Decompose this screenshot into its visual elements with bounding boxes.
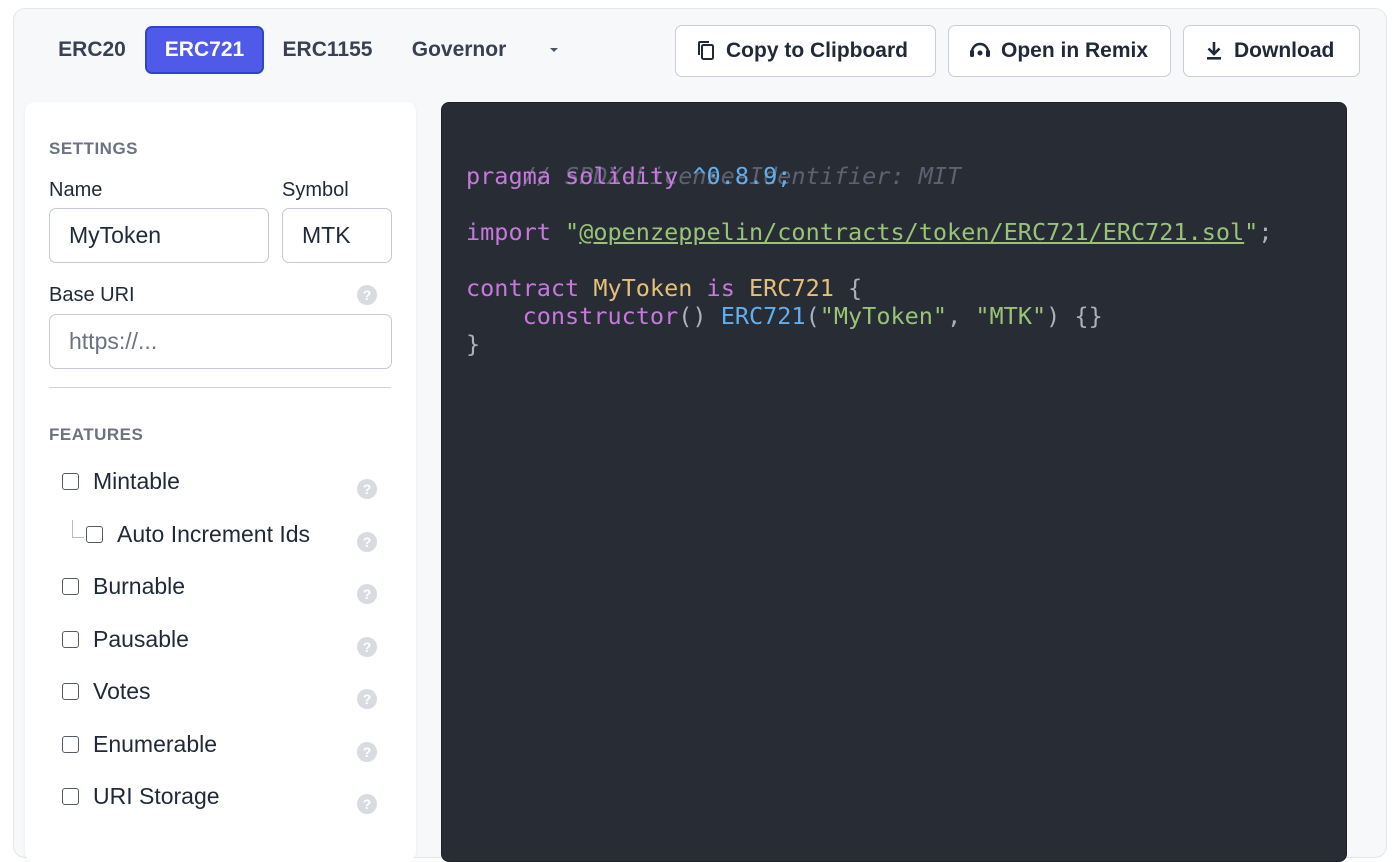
feature-auto-increment-ids[interactable]: Auto Increment Ids xyxy=(86,521,310,548)
name-input[interactable] xyxy=(49,208,269,263)
download-icon xyxy=(1207,42,1221,60)
remix-icon xyxy=(970,42,990,57)
code-contract-name: MyToken xyxy=(593,274,693,302)
copy-icon xyxy=(698,41,714,60)
feature-mintable[interactable]: Mintable xyxy=(62,468,180,495)
help-icon[interactable]: ? xyxy=(357,637,377,657)
code-line-contract: contract MyToken is ERC721 { xyxy=(466,274,863,302)
tab-erc1155[interactable]: ERC1155 xyxy=(270,26,385,74)
divider xyxy=(49,387,391,388)
help-icon[interactable]: ? xyxy=(357,532,377,552)
feature-pausable[interactable]: Pausable xyxy=(62,626,189,653)
copy-to-clipboard-button[interactable]: Copy to Clipboard xyxy=(675,25,936,77)
copy-label: Copy to Clipboard xyxy=(726,39,908,62)
auto-increment-ids-checkbox[interactable] xyxy=(86,526,103,543)
code-version: ^0.8.9; xyxy=(692,162,792,190)
feature-burnable[interactable]: Burnable xyxy=(62,573,185,600)
feature-uri-storage[interactable]: URI Storage xyxy=(62,783,220,810)
import-path-link[interactable]: @openzeppelin/contracts/token/ERC721/ERC… xyxy=(579,218,1244,246)
base-uri-input[interactable] xyxy=(49,314,392,369)
code-base-contract: ERC721 xyxy=(749,274,834,302)
code-keyword: import xyxy=(466,218,551,246)
code-arg-name: "MyToken" xyxy=(819,302,948,330)
code-base-call: ERC721 xyxy=(720,302,806,330)
symbol-label: Symbol xyxy=(282,179,349,201)
remix-label: Open in Remix xyxy=(1001,39,1149,62)
mintable-checkbox[interactable] xyxy=(62,473,79,490)
tab-erc721[interactable]: ERC721 xyxy=(145,26,264,74)
feature-label: Enumerable xyxy=(93,731,218,757)
symbol-input[interactable] xyxy=(282,208,392,263)
code-line-pragma: pragma solidity ^0.8.9; xyxy=(466,162,791,190)
help-icon[interactable]: ? xyxy=(357,742,377,762)
code-keyword: is xyxy=(706,274,735,302)
uri-storage-checkbox[interactable] xyxy=(62,788,79,805)
code-line-constructor: constructor() ERC721("MyToken", "MTK") {… xyxy=(522,302,1103,330)
feature-label: URI Storage xyxy=(93,783,220,809)
code-keyword: constructor xyxy=(522,302,679,330)
feature-enumerable[interactable]: Enumerable xyxy=(62,731,217,758)
feature-votes[interactable]: Votes xyxy=(62,678,151,705)
download-label: Download xyxy=(1234,39,1335,62)
download-button[interactable]: Download xyxy=(1183,25,1360,77)
feature-label: Mintable xyxy=(93,468,180,494)
name-label: Name xyxy=(49,179,103,201)
help-icon[interactable]: ? xyxy=(357,584,377,604)
code-arg-symbol: "MTK" xyxy=(975,302,1047,330)
code-line-close: } xyxy=(466,330,481,358)
votes-checkbox[interactable] xyxy=(62,683,79,700)
help-icon[interactable]: ? xyxy=(357,285,377,305)
feature-label: Votes xyxy=(93,678,151,704)
open-in-remix-button[interactable]: Open in Remix xyxy=(948,25,1171,77)
settings-heading: SETTINGS xyxy=(49,139,139,158)
help-icon[interactable]: ? xyxy=(357,689,377,709)
code-line-import: import "@openzeppelin/contracts/token/ER… xyxy=(466,218,1273,246)
enumerable-checkbox[interactable] xyxy=(62,736,79,753)
base-uri-label: Base URI xyxy=(49,284,135,306)
settings-panel: SETTINGS Name Symbol Base URI ? FEATURES… xyxy=(25,102,416,862)
chevron-down-icon[interactable] xyxy=(550,48,558,52)
help-icon[interactable]: ? xyxy=(357,794,377,814)
code-keyword: pragma solidity xyxy=(466,162,679,190)
help-icon[interactable]: ? xyxy=(357,479,377,499)
code-editor[interactable]: // SPDX-License-Identifier: MIT pragma s… xyxy=(441,102,1347,862)
feature-label: Burnable xyxy=(93,573,186,599)
features-heading: FEATURES xyxy=(49,425,144,444)
tab-erc20[interactable]: ERC20 xyxy=(44,26,140,74)
tree-connector xyxy=(72,520,84,538)
feature-label: Auto Increment Ids xyxy=(117,521,311,547)
burnable-checkbox[interactable] xyxy=(62,578,79,595)
pausable-checkbox[interactable] xyxy=(62,631,79,648)
tab-governor[interactable]: Governor xyxy=(396,26,522,74)
code-keyword: contract xyxy=(466,274,580,302)
feature-label: Pausable xyxy=(93,626,189,652)
